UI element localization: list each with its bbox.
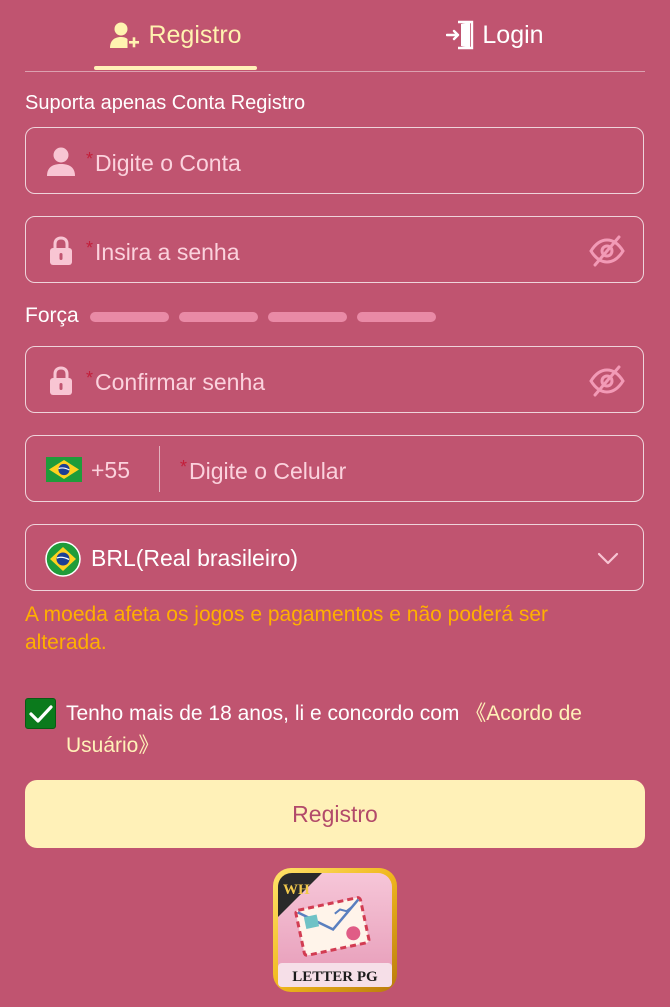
password-placeholder: *Insira a senha <box>86 238 240 265</box>
user-icon <box>47 147 75 176</box>
account-field[interactable]: *Digite o Conta <box>25 127 644 194</box>
agreement-text: Tenho mais de 18 anos, li e concordo com… <box>66 702 582 757</box>
chevron-down-icon[interactable] <box>597 548 619 568</box>
auth-tabs: Registro Login <box>25 0 645 72</box>
lock-icon <box>50 366 72 395</box>
confirm-placeholder: *Confirmar senha <box>86 368 266 395</box>
currency-select[interactable]: BRL(Real brasileiro) <box>25 524 644 591</box>
active-tab-indicator <box>94 66 257 70</box>
register-note: Suporta apenas Conta Registro <box>25 92 306 114</box>
required-mark: * <box>86 149 94 169</box>
strength-bar <box>90 312 169 322</box>
currency-warning: A moeda afeta os jogos e pagamentos e nã… <box>25 603 549 654</box>
strength-label: Força <box>25 304 79 327</box>
account-placeholder: *Digite o Conta <box>86 149 241 176</box>
agreement-checkbox[interactable] <box>25 698 56 729</box>
required-mark: * <box>86 368 94 388</box>
tab-login[interactable]: Login <box>425 0 565 70</box>
tab-register-label: Registro <box>148 20 242 49</box>
required-mark: * <box>86 238 94 258</box>
brazil-coin-icon <box>45 541 81 577</box>
user-plus-icon <box>110 22 140 48</box>
logo-badge-text: WH <box>283 882 310 898</box>
strength-bar <box>268 312 347 322</box>
brazil-flag-icon <box>46 457 82 482</box>
phone-divider <box>159 446 160 492</box>
password-field[interactable]: *Insira a senha <box>25 216 644 283</box>
phone-placeholder: *Digite o Celular <box>180 457 347 484</box>
phone-field[interactable]: +55 *Digite o Celular <box>25 435 644 502</box>
eye-off-icon[interactable] <box>589 365 625 397</box>
eye-off-icon[interactable] <box>589 235 625 267</box>
tab-register[interactable]: Registro <box>95 0 257 70</box>
letter-pg-logo: WH LETTER PG <box>273 868 397 992</box>
login-door-icon <box>446 20 474 50</box>
logo-text: LETTER PG <box>292 969 378 985</box>
checkmark-icon <box>29 705 53 723</box>
strength-bar <box>179 312 258 322</box>
confirm-password-field[interactable]: *Confirmar senha <box>25 346 644 413</box>
strength-bar <box>357 312 436 322</box>
country-code[interactable]: +55 <box>91 457 130 484</box>
currency-value: BRL(Real brasileiro) <box>91 545 299 571</box>
lock-icon <box>50 236 72 265</box>
tab-login-label: Login <box>482 20 544 49</box>
register-submit-button[interactable]: Registro <box>25 780 645 848</box>
required-mark: * <box>180 457 188 477</box>
